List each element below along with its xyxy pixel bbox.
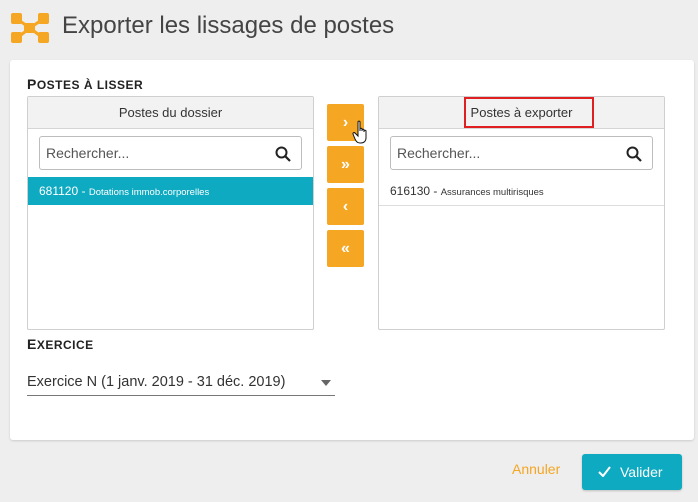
- exercice-select-value: Exercice N (1 janv. 2019 - 31 déc. 2019): [27, 374, 286, 390]
- panel-title: Postes du dossier: [28, 97, 313, 129]
- cancel-button[interactable]: Annuler: [512, 461, 560, 477]
- dialog-title: Exporter les lissages de postes: [62, 12, 395, 39]
- network-nodes-icon: [11, 13, 49, 43]
- postes-du-dossier-panel: Postes du dossier 681120 - Dotations imm…: [27, 96, 314, 330]
- section-label-postes: POSTES À LISSER: [27, 76, 144, 92]
- search-input[interactable]: [46, 137, 266, 169]
- validate-label: Valider: [620, 464, 663, 480]
- chevron-left-icon: ‹: [342, 198, 349, 215]
- item-label: Assurances multirisques: [440, 187, 544, 198]
- search-box: [390, 136, 653, 170]
- move-all-right-button[interactable]: »: [327, 146, 364, 183]
- postes-a-exporter-panel: Postes à exporter 616130 - Assurances mu…: [378, 96, 665, 330]
- chevron-right-icon: ›: [342, 114, 349, 131]
- item-code: 616130: [390, 184, 431, 198]
- move-all-left-button[interactable]: «: [327, 230, 364, 267]
- search-input[interactable]: [397, 137, 617, 169]
- search-icon[interactable]: [275, 146, 291, 162]
- highlight-box: [464, 97, 594, 128]
- item-label: Dotations immob.corporelles: [88, 187, 210, 198]
- item-code: 681120: [39, 184, 79, 198]
- caret-down-icon: [321, 380, 331, 386]
- hand-cursor-icon: [352, 120, 367, 144]
- check-icon: [598, 466, 611, 477]
- exercice-select[interactable]: Exercice N (1 janv. 2019 - 31 déc. 2019): [27, 370, 335, 396]
- item-separator: -: [78, 184, 89, 198]
- divider: [379, 205, 664, 206]
- search-box: [39, 136, 302, 170]
- validate-button[interactable]: Valider: [582, 454, 682, 490]
- list-item[interactable]: 616130 - Assurances multirisques: [379, 177, 664, 205]
- double-chevron-left-icon: «: [341, 240, 350, 257]
- section-label-exercice: EXERCICE: [27, 336, 94, 352]
- item-separator: -: [430, 184, 441, 198]
- list-item[interactable]: 681120 - Dotations immob.corporelles: [28, 177, 313, 205]
- double-chevron-right-icon: »: [341, 156, 350, 173]
- dialog-header: Exporter les lissages de postes: [0, 0, 698, 56]
- move-selected-left-button[interactable]: ‹: [327, 188, 364, 225]
- search-icon[interactable]: [626, 146, 642, 162]
